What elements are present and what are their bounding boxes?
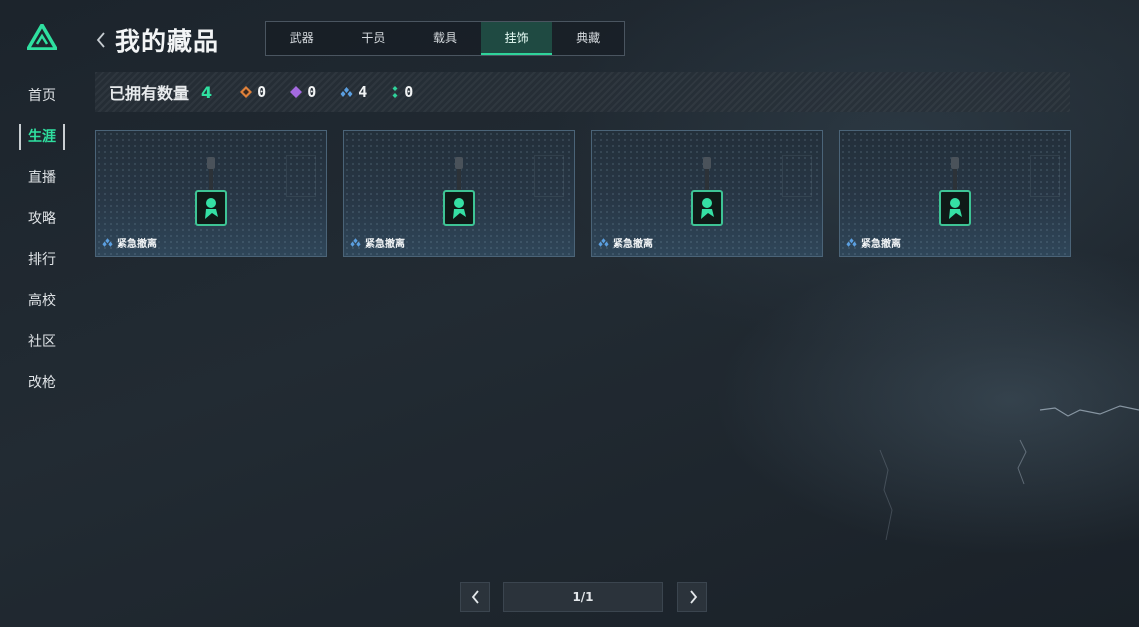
- card-decoration: [534, 155, 564, 197]
- item-name: 紧急撤离: [117, 239, 157, 250]
- sidebar: 首页 生涯 直播 攻略 排行 高校 社区 改枪: [0, 0, 84, 627]
- collection-card[interactable]: 紧急撤离: [839, 130, 1071, 257]
- collection-grid: 紧急撤离 紧急撤离 紧急撤离 紧急撤离: [95, 130, 1075, 258]
- next-page-button[interactable]: [677, 582, 707, 612]
- tab-charms[interactable]: 挂饰: [480, 22, 553, 55]
- sidebar-item-label: 社区: [28, 334, 56, 350]
- rarity-count: 0: [307, 83, 317, 101]
- rarity-stat-green: 0: [391, 83, 413, 101]
- rarity-count: 0: [404, 83, 414, 101]
- sidebar-item-home[interactable]: 首页: [0, 82, 84, 123]
- page-indicator: 1/1: [503, 582, 663, 612]
- item-name: 紧急撤离: [365, 239, 405, 250]
- blue-diamond-icon: [846, 238, 857, 247]
- tab-operators[interactable]: 干员: [338, 22, 410, 55]
- blue-diamond-icon: [350, 238, 361, 247]
- prev-page-button[interactable]: [460, 582, 490, 612]
- category-tabs: 武器 干员 载具 挂饰 典藏: [265, 21, 625, 56]
- item-name: 紧急撤离: [613, 239, 653, 250]
- rarity-stat-orange: 0: [240, 83, 266, 101]
- page-title: 我的藏品: [115, 27, 220, 56]
- sidebar-item-live[interactable]: 直播: [0, 164, 84, 205]
- sidebar-item-label: 生涯: [19, 124, 65, 150]
- sidebar-item-rankings[interactable]: 排行: [0, 246, 84, 287]
- rarity-count: 4: [358, 83, 368, 101]
- tab-collection[interactable]: 典藏: [552, 22, 624, 55]
- blue-diamond-icon: [340, 87, 353, 97]
- tab-vehicles[interactable]: 载具: [409, 22, 481, 55]
- chevron-left-icon: [471, 590, 479, 604]
- lightning-decoration: [879, 405, 1139, 541]
- pendant-charm-icon: [939, 157, 971, 226]
- owned-stats-bar: 已拥有数量 4 0 0 4 0: [95, 72, 1070, 112]
- collection-card[interactable]: 紧急撤离: [95, 130, 327, 257]
- pendant-charm-icon: [691, 157, 723, 226]
- rarity-stat-purple: 0: [290, 83, 316, 101]
- chevron-right-icon: [690, 590, 698, 604]
- card-name: 紧急撤离: [598, 235, 653, 250]
- card-decoration: [1030, 155, 1060, 197]
- sidebar-nav: 首页 生涯 直播 攻略 排行 高校 社区 改枪: [0, 82, 84, 410]
- item-name: 紧急撤离: [861, 239, 901, 250]
- owned-count-label: 已拥有数量: [109, 84, 190, 103]
- tab-weapons[interactable]: 武器: [266, 22, 338, 55]
- collection-card[interactable]: 紧急撤离: [343, 130, 575, 257]
- back-chevron-icon[interactable]: [94, 30, 108, 50]
- blue-diamond-icon: [102, 238, 113, 247]
- green-diamond-icon: [392, 86, 398, 98]
- pendant-charm-icon: [195, 157, 227, 226]
- owned-count-value: 4: [201, 82, 213, 102]
- sidebar-item-label: 排行: [28, 252, 56, 268]
- collection-card[interactable]: 紧急撤离: [591, 130, 823, 257]
- sidebar-item-colleges[interactable]: 高校: [0, 287, 84, 328]
- sidebar-item-label: 高校: [28, 293, 56, 309]
- card-name: 紧急撤离: [350, 235, 405, 250]
- sidebar-item-guides[interactable]: 攻略: [0, 205, 84, 246]
- blue-diamond-icon: [598, 238, 609, 247]
- card-decoration: [286, 155, 316, 197]
- orange-diamond-icon: [240, 86, 253, 98]
- sidebar-item-label: 改枪: [28, 375, 56, 391]
- sidebar-item-label: 攻略: [28, 211, 56, 227]
- rarity-stat-blue: 4: [340, 83, 367, 101]
- pendant-charm-icon: [443, 157, 475, 226]
- sidebar-item-label: 首页: [28, 88, 56, 104]
- logo-icon[interactable]: [27, 24, 57, 50]
- purple-diamond-icon: [290, 86, 303, 98]
- sidebar-item-career[interactable]: 生涯: [0, 123, 84, 164]
- sidebar-item-label: 直播: [28, 170, 56, 186]
- card-name: 紧急撤离: [102, 235, 157, 250]
- card-decoration: [782, 155, 812, 197]
- sidebar-item-community[interactable]: 社区: [0, 328, 84, 369]
- rarity-count: 0: [257, 83, 267, 101]
- sidebar-item-gunsmith[interactable]: 改枪: [0, 369, 84, 410]
- card-name: 紧急撤离: [846, 235, 901, 250]
